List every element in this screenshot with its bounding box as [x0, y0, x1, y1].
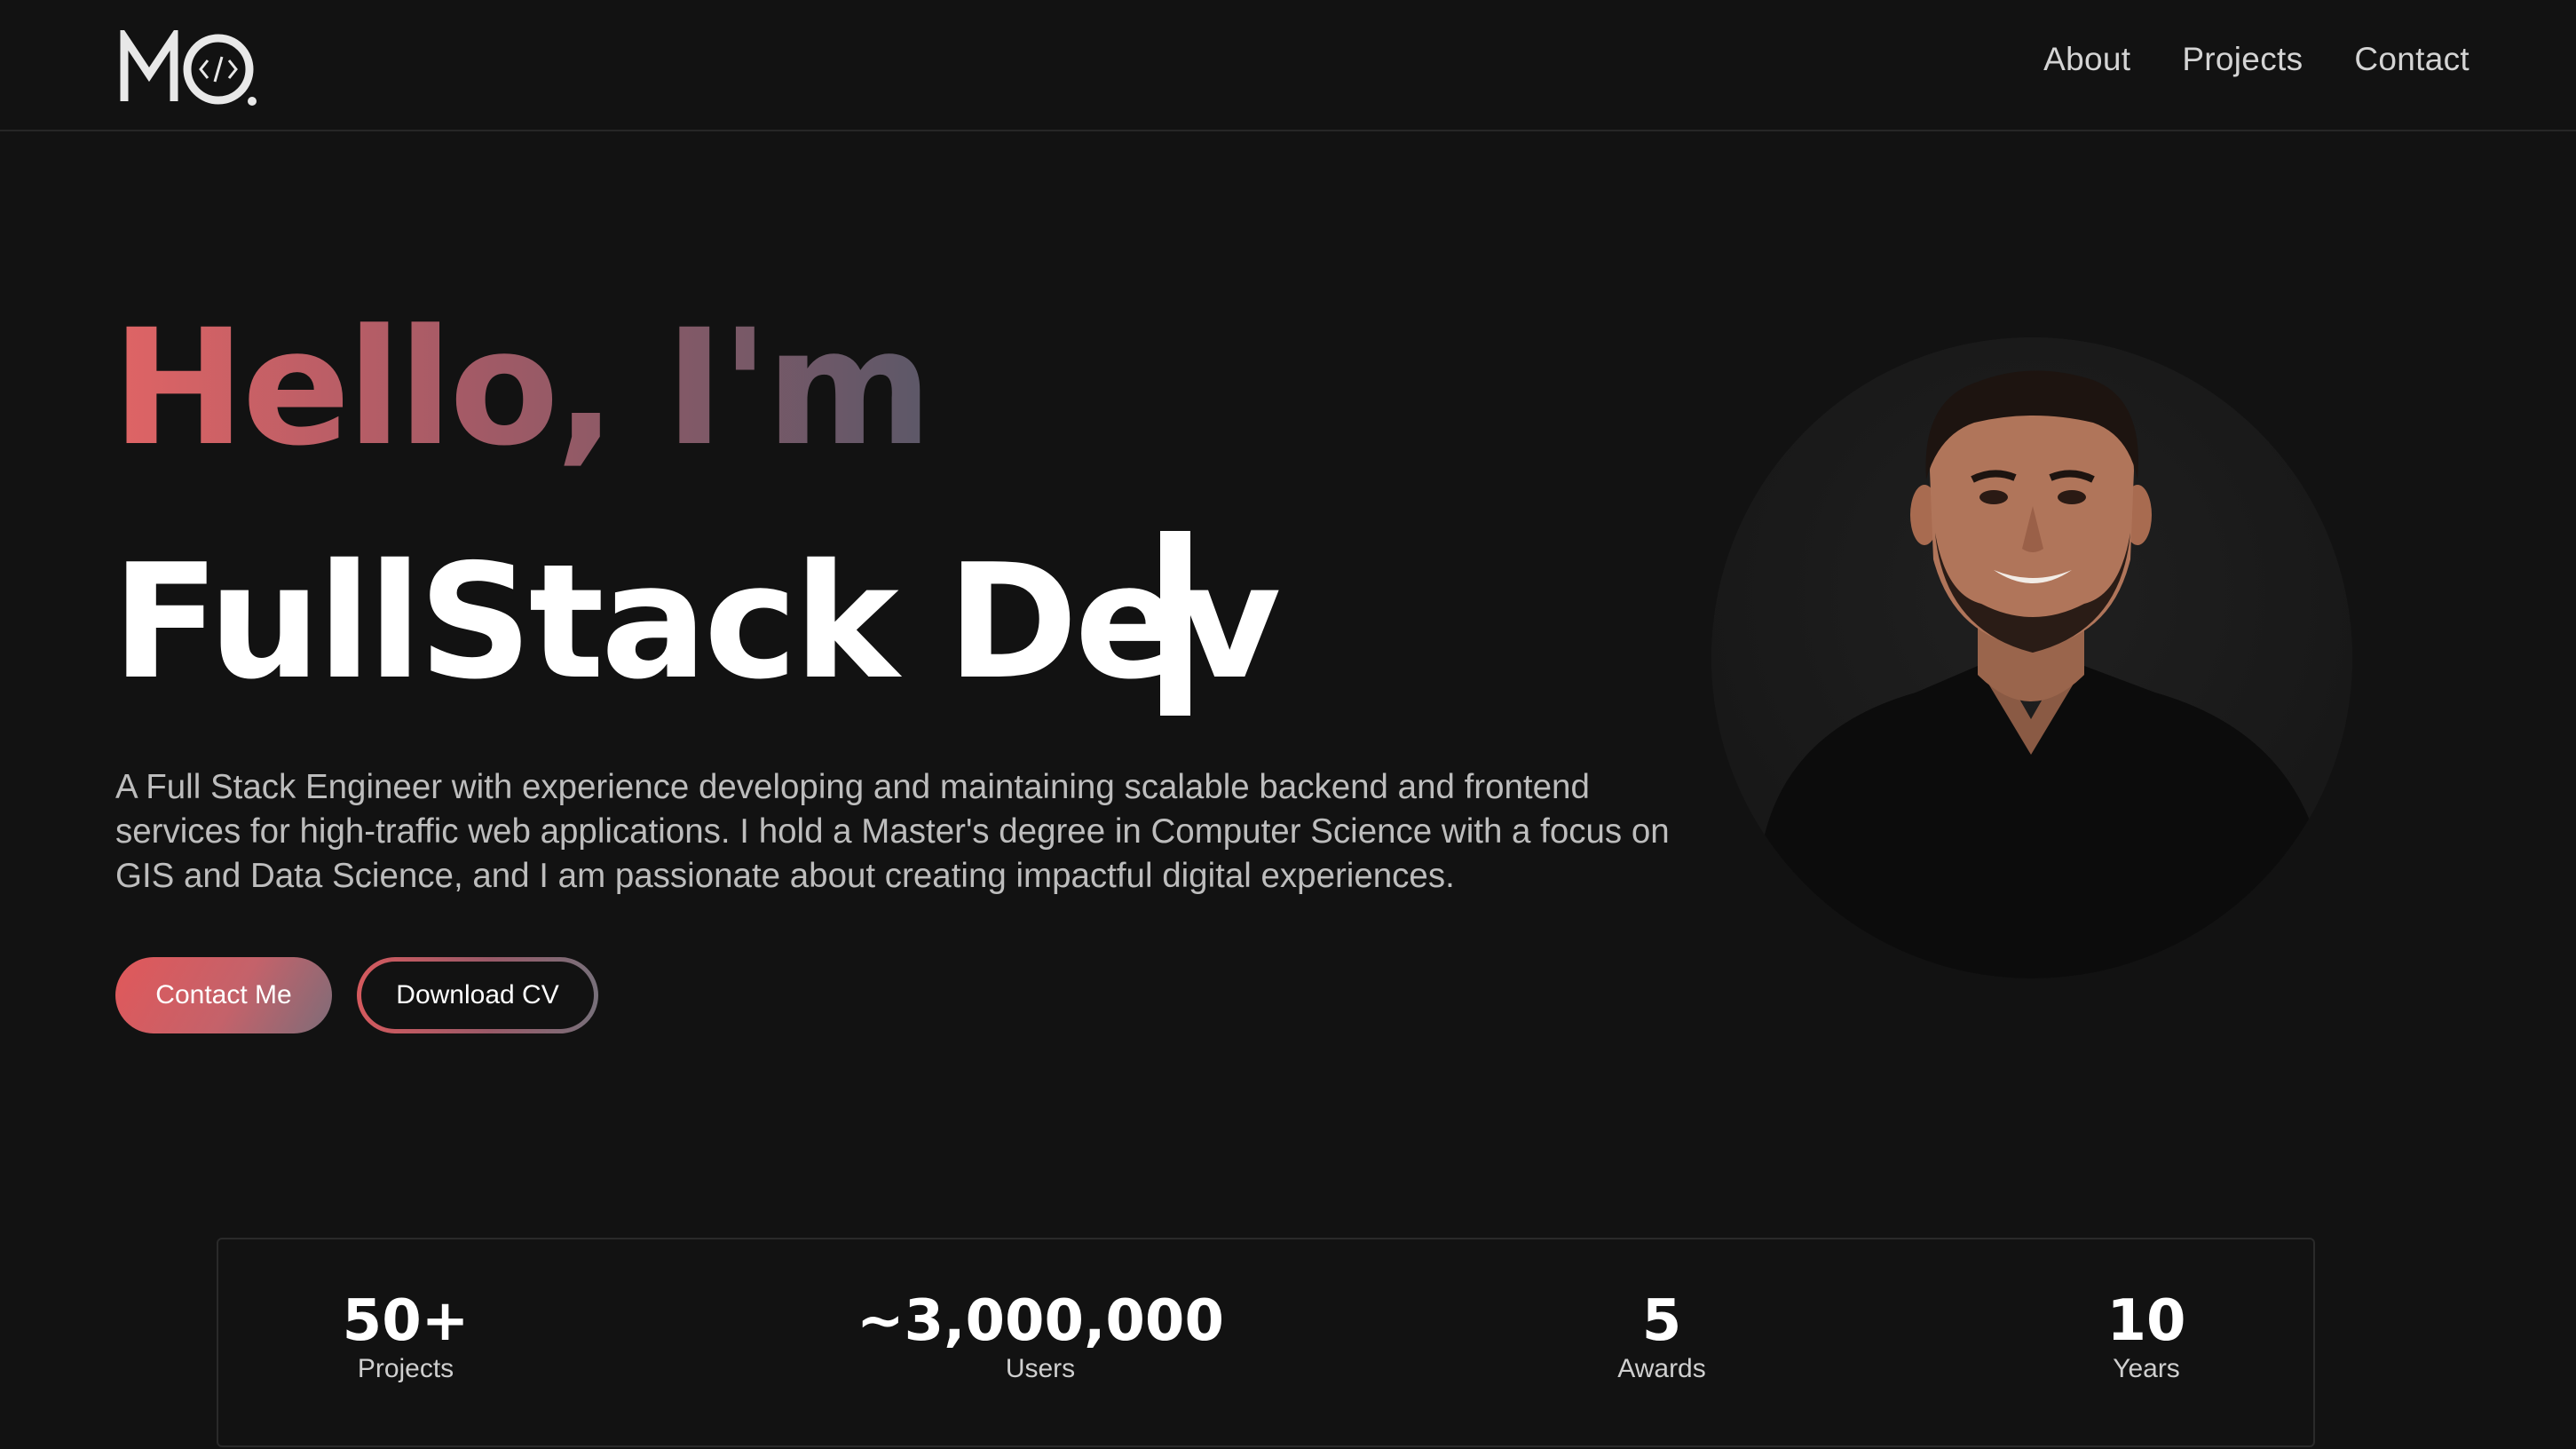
profile-photo-illustration — [1711, 337, 2352, 978]
navbar: About Projects Contact — [0, 0, 2576, 131]
hero-description: A Full Stack Engineer with experience de… — [115, 768, 1670, 895]
nav-links: About Projects Contact — [2043, 41, 2469, 78]
stat-label: Years — [2113, 1354, 2180, 1383]
stat-value: ~3,000,000 — [857, 1288, 1224, 1354]
hero-greeting: Hello, I'm — [112, 296, 932, 481]
stat-value: 10 — [2106, 1288, 2186, 1354]
download-cv-label: Download CV — [361, 962, 594, 1029]
logo[interactable] — [119, 30, 261, 108]
stat-value: 5 — [1641, 1288, 1682, 1354]
stat-label: Awards — [1617, 1354, 1706, 1383]
nav-link-projects[interactable]: Projects — [2182, 41, 2303, 78]
stat-awards: 5 Awards — [1617, 1289, 1706, 1385]
stat-value: 50+ — [342, 1288, 470, 1354]
contact-me-label: Contact Me — [155, 980, 292, 1010]
contact-me-button[interactable]: Contact Me — [115, 957, 332, 1033]
download-cv-button[interactable]: Download CV — [357, 957, 598, 1033]
stat-projects: 50+ Projects — [343, 1289, 470, 1385]
nav-link-about[interactable]: About — [2043, 41, 2130, 78]
stat-label: Users — [1005, 1354, 1076, 1383]
profile-photo — [1711, 337, 2352, 978]
stats-panel: 50+ Projects ~3,000,000 Users 5 Awards 1… — [217, 1238, 2315, 1447]
stat-users: ~3,000,000 Users — [857, 1289, 1224, 1385]
typing-cursor — [1160, 531, 1190, 716]
stat-years: 10 Years — [2106, 1289, 2185, 1385]
hero-role: FullStack Dev — [112, 530, 1281, 714]
nav-link-contact[interactable]: Contact — [2354, 41, 2469, 78]
stat-label: Projects — [357, 1354, 454, 1383]
